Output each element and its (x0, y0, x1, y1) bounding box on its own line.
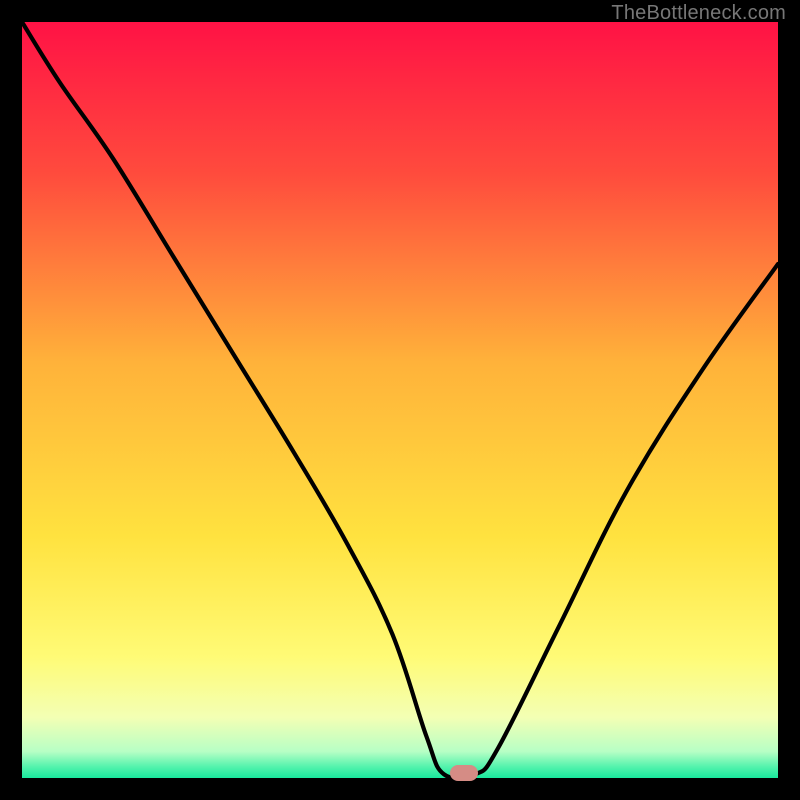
chart-container: TheBottleneck.com (0, 0, 800, 800)
plot-area (22, 22, 778, 778)
bottleneck-curve (22, 22, 778, 778)
optimal-marker (450, 765, 478, 781)
